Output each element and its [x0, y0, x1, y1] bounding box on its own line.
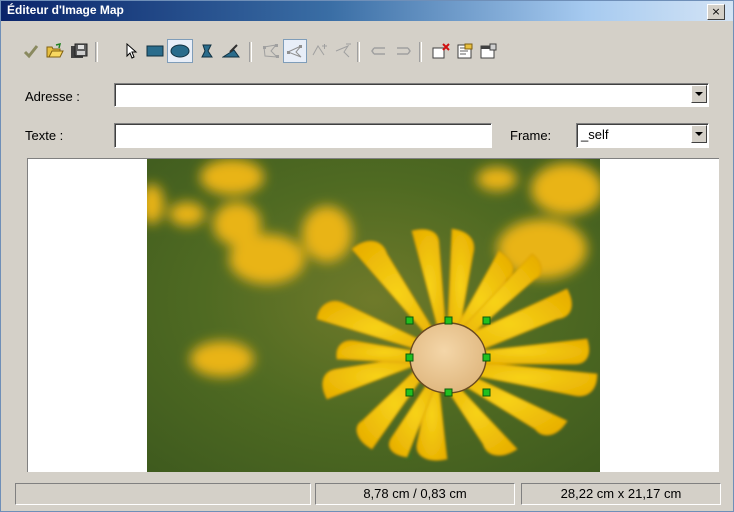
close-button[interactable]: × — [707, 4, 725, 20]
toolbar — [17, 39, 557, 67]
open-icon — [46, 43, 64, 58]
address-field[interactable] — [114, 83, 709, 107]
save-button[interactable] — [67, 39, 91, 63]
move-points-icon — [286, 45, 302, 58]
edit-points-button[interactable] — [259, 39, 283, 63]
toolbar-separator — [419, 42, 422, 62]
status-size: 28,22 cm x 21,17 cm — [521, 483, 721, 505]
save-icon — [71, 43, 88, 58]
select-button[interactable] — [119, 39, 143, 63]
toolbar-separator — [95, 42, 98, 62]
image-map-editor-window: Éditeur d'Image Map × Adresse: Texte: … — [0, 0, 734, 512]
select-icon — [126, 43, 138, 59]
apply-button[interactable] — [19, 39, 43, 63]
insert-points-icon — [312, 44, 327, 56]
polygon-button[interactable] — [195, 39, 219, 63]
edit-points-icon — [263, 44, 279, 58]
address-dropdown-button[interactable] — [691, 85, 707, 103]
frame-label: Frame: — [510, 128, 552, 143]
frame-select[interactable]: _self — [576, 123, 709, 148]
freeform-polygon-button[interactable] — [219, 39, 243, 63]
chevron-down-icon — [695, 91, 703, 96]
active-button[interactable] — [429, 39, 453, 63]
delete-points-icon — [335, 43, 351, 58]
frame-value: _self — [581, 127, 609, 142]
properties-button[interactable] — [477, 39, 501, 63]
chevron-down-icon — [695, 131, 703, 136]
window-title: Éditeur d'Image Map — [7, 3, 124, 17]
toolbar-separator — [249, 42, 252, 62]
ellipse-button[interactable] — [167, 39, 193, 63]
ellipse-icon — [170, 44, 190, 58]
undo-button[interactable] — [367, 39, 391, 63]
text-input[interactable] — [114, 123, 492, 148]
delete-points-button[interactable] — [331, 39, 355, 63]
insert-points-button[interactable] — [307, 39, 331, 63]
text-label: Texte : — [25, 128, 64, 143]
macro-icon — [457, 43, 473, 59]
frame-dropdown-button[interactable] — [691, 125, 707, 143]
move-points-button[interactable] — [283, 39, 307, 63]
rectangle-icon — [146, 45, 164, 57]
freeform-polygon-icon — [222, 44, 240, 58]
status-bar: 8,78 cm / 0,83 cm 28,22 cm x 21,17 cm — [15, 483, 721, 505]
status-left — [15, 483, 311, 505]
active-icon — [432, 43, 450, 59]
status-position: 8,78 cm / 0,83 cm — [315, 483, 515, 505]
address-label: Adresse : — [25, 89, 80, 104]
title-bar[interactable]: Éditeur d'Image Map × — [1, 1, 733, 21]
macro-button[interactable] — [453, 39, 477, 63]
polygon-icon — [201, 44, 213, 58]
image-canvas[interactable] — [27, 158, 719, 472]
open-button[interactable] — [43, 39, 67, 63]
redo-icon — [397, 47, 411, 55]
apply-icon — [23, 45, 39, 59]
undo-icon — [371, 47, 385, 55]
redo-button[interactable] — [391, 39, 415, 63]
properties-icon — [480, 43, 497, 59]
rectangle-button[interactable] — [143, 39, 167, 63]
flower-image[interactable] — [147, 159, 600, 472]
toolbar-separator — [357, 42, 360, 62]
